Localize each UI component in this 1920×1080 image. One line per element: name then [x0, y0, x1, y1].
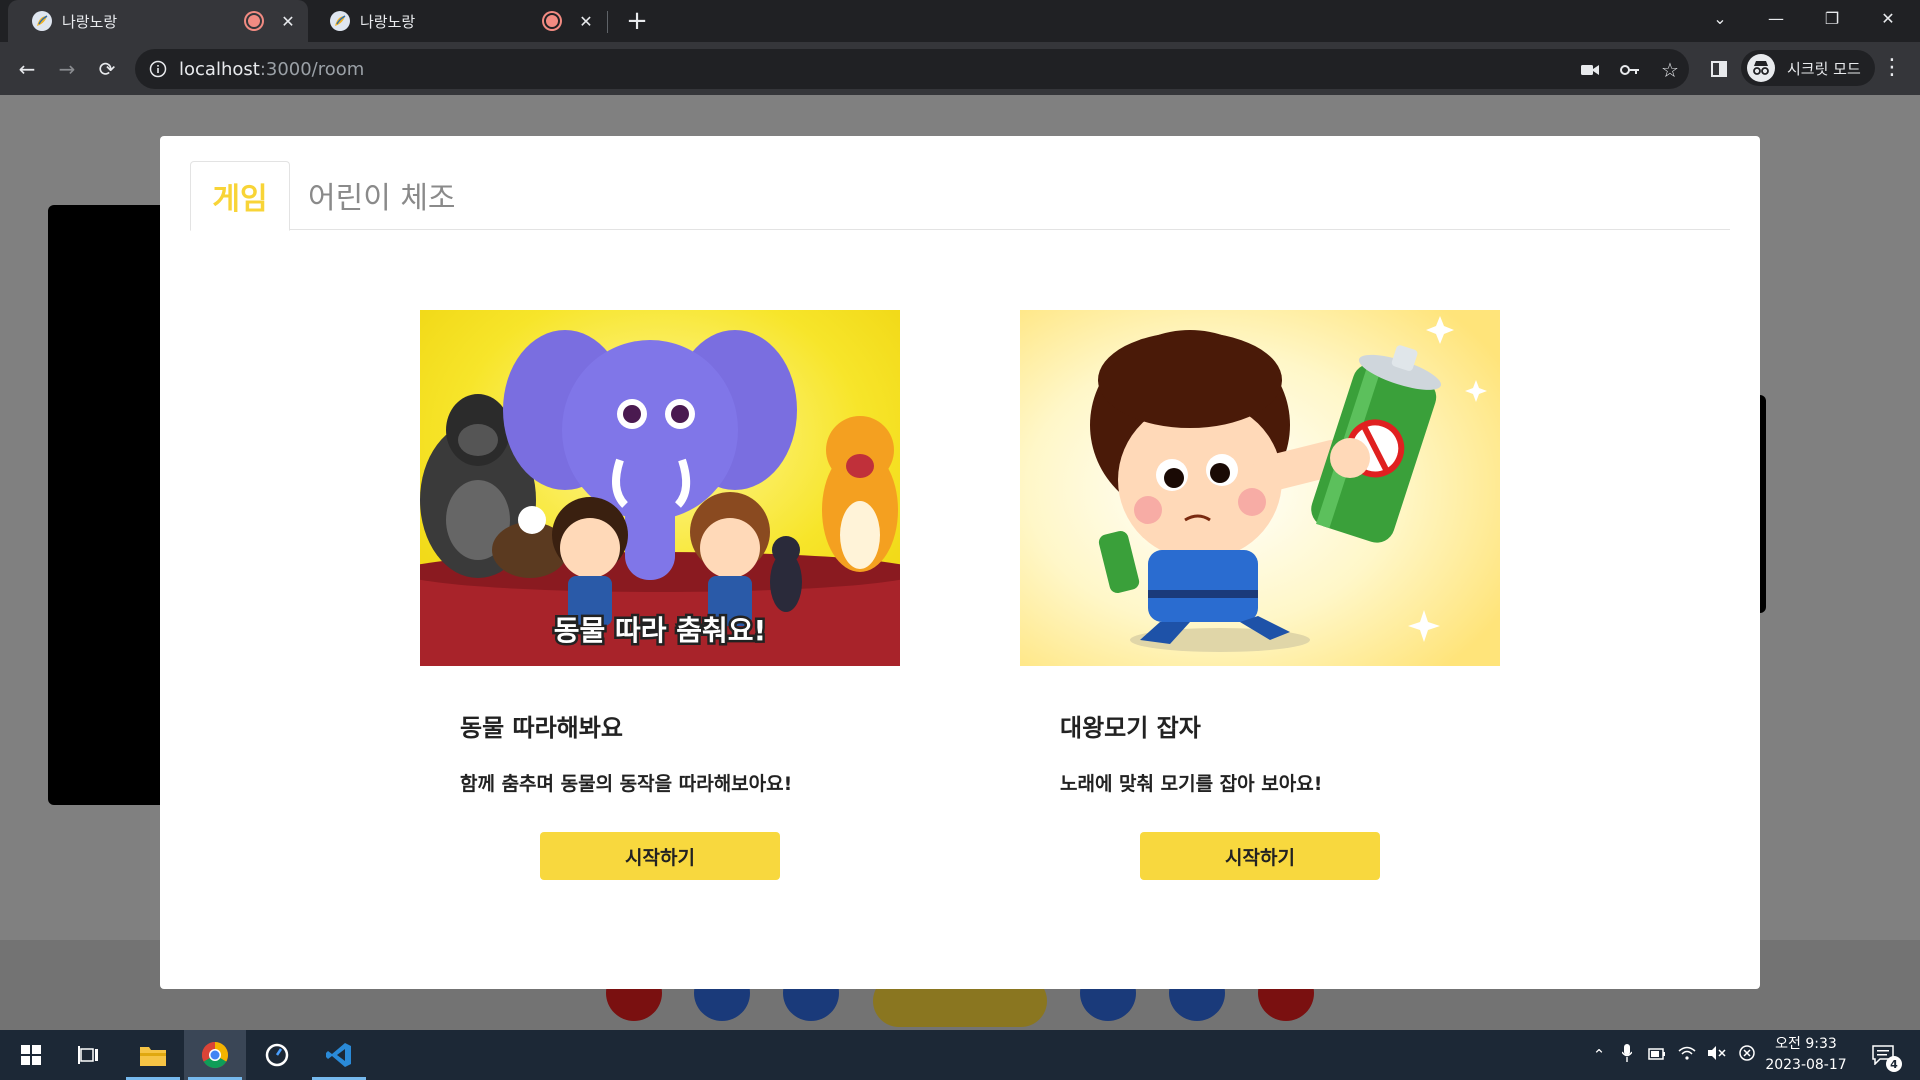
task-view-icon[interactable]	[58, 1030, 120, 1080]
address-bar[interactable]: localhost:3000/room ☆	[135, 49, 1689, 89]
incognito-label: 시크릿 모드	[1787, 59, 1861, 78]
windows-taskbar: ⌃ 오전 9:33 2023-08-17 4	[0, 1030, 1920, 1080]
site-info-icon[interactable]	[149, 60, 167, 78]
tab-title: 나랑노랑	[360, 12, 416, 31]
incognito-icon	[1747, 54, 1775, 82]
back-arrow-icon[interactable]: ←	[12, 54, 42, 84]
status-error-icon[interactable]	[1732, 1045, 1762, 1065]
close-window-button[interactable]: ✕	[1860, 0, 1916, 36]
key-icon[interactable]	[1619, 59, 1641, 81]
tab-game[interactable]: 게임	[190, 161, 290, 231]
bookmark-star-icon[interactable]: ☆	[1659, 58, 1681, 82]
browser-tab-strip: 나랑노랑 ✕ 나랑노랑 ✕ + ⌄ — ❐ ✕	[0, 0, 1920, 42]
time-tracker-app-icon[interactable]	[246, 1030, 308, 1080]
new-tab-button[interactable]: +	[624, 8, 650, 34]
notification-count-badge: 4	[1886, 1056, 1902, 1072]
game-select-modal: 게임 어린이 체조 동물 따라 춤춰요! 동물 따라해봐요 함께 춤추며 동물의…	[160, 136, 1760, 989]
recording-indicator-icon	[246, 13, 262, 29]
card-description: 함께 춤추며 동물의 동작을 따라해보아요!	[460, 773, 793, 795]
chrome-taskbar-icon[interactable]	[184, 1030, 246, 1080]
card-description: 노래에 맞춰 모기를 잡아 보아요!	[1060, 773, 1323, 795]
site-favicon-icon	[32, 11, 52, 31]
tab-kids-exercise[interactable]: 어린이 체조	[308, 161, 456, 229]
browser-toolbar: ← → ⟳ localhost:3000/room ☆ 시크릿 모드 ⋮	[0, 42, 1920, 95]
windows-start-icon[interactable]	[0, 1030, 62, 1080]
start-button[interactable]: 시작하기	[540, 832, 780, 880]
card-title: 대왕모기 잡자	[1060, 714, 1201, 742]
game-card-animal-dance: 동물 따라 춤춰요! 동물 따라해봐요 함께 춤추며 동물의 동작을 따라해보아…	[420, 310, 900, 880]
volume-muted-icon[interactable]	[1702, 1046, 1732, 1064]
microphone-icon[interactable]	[1612, 1044, 1642, 1066]
restore-button[interactable]: ❐	[1804, 0, 1860, 36]
browser-tab-2[interactable]: 나랑노랑 ✕	[306, 0, 606, 42]
game-card-mosquito: 대왕모기 잡자 노래에 맞춰 모기를 잡아 보아요! 시작하기	[1020, 310, 1500, 880]
reload-icon[interactable]: ⟳	[92, 54, 122, 84]
clock-time: 오전 9:33	[1775, 1036, 1837, 1052]
camera-in-use-icon[interactable]	[1579, 59, 1601, 81]
forward-arrow-icon[interactable]: →	[52, 54, 82, 84]
close-tab-icon[interactable]: ✕	[278, 11, 298, 31]
tab-divider	[607, 11, 608, 33]
minimize-button[interactable]: —	[1748, 0, 1804, 36]
mosquito-game-thumbnail[interactable]	[1020, 310, 1500, 666]
tab-search-chevron-icon[interactable]: ⌄	[1692, 0, 1748, 36]
modal-tab-bar: 게임 어린이 체조	[190, 161, 1730, 231]
animal-dance-thumbnail[interactable]: 동물 따라 춤춰요!	[420, 310, 900, 666]
clock-date: 2023-08-17	[1765, 1057, 1847, 1073]
close-tab-icon[interactable]: ✕	[576, 11, 596, 31]
vscode-icon[interactable]	[308, 1030, 370, 1080]
wifi-icon[interactable]	[1672, 1046, 1702, 1064]
system-tray: ⌃	[1586, 1030, 1762, 1080]
site-favicon-icon	[330, 11, 350, 31]
side-panel-icon[interactable]	[1704, 54, 1734, 84]
start-button[interactable]: 시작하기	[1140, 832, 1380, 880]
url-text: localhost:3000/room	[179, 58, 365, 80]
recording-indicator-icon	[544, 13, 560, 29]
card-title: 동물 따라해봐요	[460, 714, 623, 742]
incognito-profile-button[interactable]: 시크릿 모드	[1741, 50, 1875, 86]
taskbar-clock[interactable]: 오전 9:33 2023-08-17	[1764, 1034, 1848, 1076]
chevron-up-icon[interactable]: ⌃	[1586, 1046, 1612, 1064]
file-explorer-icon[interactable]	[122, 1030, 184, 1080]
battery-icon[interactable]	[1642, 1046, 1672, 1064]
tab-title: 나랑노랑	[62, 12, 118, 31]
thumbnail-caption: 동물 따라 춤춰요!	[554, 614, 767, 647]
more-menu-icon[interactable]: ⋮	[1880, 56, 1904, 80]
browser-tab-1[interactable]: 나랑노랑 ✕	[8, 0, 308, 42]
notification-center-icon[interactable]: 4	[1858, 1030, 1908, 1080]
